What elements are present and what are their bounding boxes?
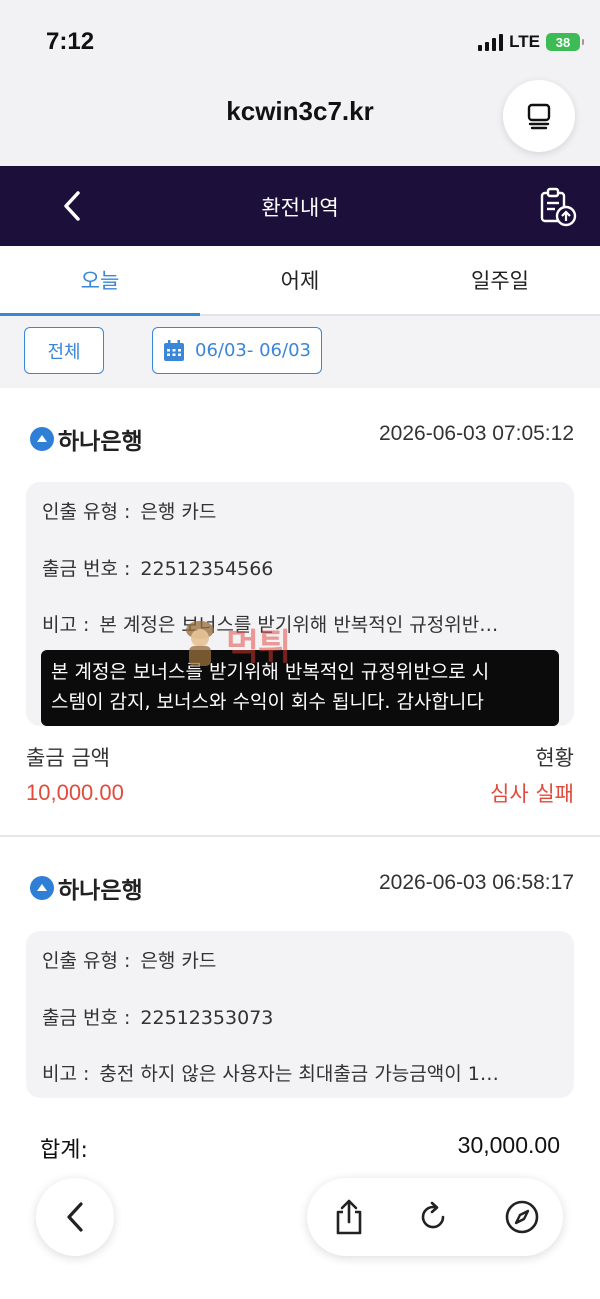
withdraw-number-label: 출금 번호 : xyxy=(42,558,131,580)
clipboard-button[interactable] xyxy=(536,186,578,228)
amount-label: 출금 금액 xyxy=(26,746,110,770)
status-badge: 심사 실패 xyxy=(490,782,574,806)
total-row: 합계: 30,000.00 xyxy=(0,1124,600,1168)
network-label: LTE xyxy=(509,32,540,51)
withdraw-note-label: 비고 : xyxy=(42,1063,90,1085)
mascot-icon xyxy=(186,621,214,666)
tabs-button[interactable] xyxy=(503,80,575,152)
filter-all-button[interactable]: 전체 xyxy=(24,327,104,374)
withdraw-note-label: 비고 : xyxy=(42,614,90,636)
watermark: 먹튀 xyxy=(180,616,291,672)
detail-box: 인출 유형 : 은행 카드 출금 번호 : 22512353073 비고 : 충전 하… xyxy=(26,931,574,1098)
date-range-button[interactable]: 06/03- 06/03 xyxy=(152,327,322,374)
calendar-icon xyxy=(164,339,185,361)
watermark-text: 먹튀 xyxy=(226,627,291,668)
tab-week[interactable]: 일주일 xyxy=(400,246,600,314)
withdraw-type-value: 은행 카드 xyxy=(140,501,217,523)
signal-icon xyxy=(478,33,504,51)
record-datetime: 2026-06-03 06:58:17 xyxy=(379,871,574,894)
date-tabs: 오늘 어제 일주일 xyxy=(0,246,600,316)
tab-today[interactable]: 오늘 xyxy=(0,246,200,316)
divider xyxy=(0,835,600,837)
withdraw-number: 출금 번호 : 22512353073 xyxy=(42,1003,273,1030)
tab-yesterday[interactable]: 어제 xyxy=(200,246,400,314)
withdraw-number-label: 출금 번호 : xyxy=(42,1007,131,1029)
share-button[interactable] xyxy=(329,1197,369,1237)
bank-row: 하나은행 xyxy=(30,871,143,905)
page-title: 환전내역 xyxy=(261,196,339,220)
bank-logo-icon xyxy=(30,427,54,451)
clipboard-upload-icon xyxy=(540,187,577,227)
bank-row: 하나은행 xyxy=(30,422,143,456)
withdraw-number-value: 22512354566 xyxy=(140,558,274,580)
amount-value: 10,000.00 xyxy=(26,780,124,805)
status-indicators: LTE 38 xyxy=(478,32,584,52)
tooltip-line-2: 스템이 감지, 보너스와 수익이 회수 됩니다. 감사합니다 xyxy=(51,691,484,713)
browser-top-bar: 7:12 LTE 38 kcwin3c7.kr xyxy=(0,0,600,166)
withdraw-note[interactable]: 비고 : 충전 하지 않은 사용자는 최대출금 가능금액이 1… xyxy=(42,1059,499,1086)
withdraw-type: 인출 유형 : 은행 카드 xyxy=(42,946,216,973)
filter-bar: 전체 06/03- 06/03 xyxy=(0,316,600,388)
reload-icon xyxy=(421,1201,445,1229)
note-tooltip: 본 계정은 보너스를 받기위해 반복적인 규정위반으로 시 스템이 감지, 보너… xyxy=(41,650,559,726)
chevron-left-icon xyxy=(67,1202,83,1232)
reload-button[interactable] xyxy=(413,1197,453,1237)
total-value: 30,000.00 xyxy=(457,1132,560,1158)
tooltip-line-1: 본 계정은 보너스를 받기위해 반복적인 규정위반으로 시 xyxy=(51,661,490,683)
bank-name: 하나은행 xyxy=(58,429,143,455)
withdraw-type: 인출 유형 : 은행 카드 xyxy=(42,497,216,524)
share-icon xyxy=(336,1199,362,1235)
withdrawal-record: 하나은행 2026-06-03 07:05:12 인출 유형 : 은행 카드 출금… xyxy=(0,422,600,836)
withdraw-type-value: 은행 카드 xyxy=(140,950,217,972)
withdraw-type-label: 인출 유형 : xyxy=(42,501,131,523)
date-range-label: 06/03- 06/03 xyxy=(195,340,311,361)
withdraw-number: 출금 번호 : 22512354566 xyxy=(42,554,273,581)
status-label: 현황 xyxy=(535,746,574,770)
total-label: 합계: xyxy=(40,1138,88,1163)
record-datetime: 2026-06-03 07:05:12 xyxy=(379,422,574,445)
withdrawal-record: 하나은행 2026-06-03 06:58:17 인출 유형 : 은행 카드 출금… xyxy=(0,871,600,1101)
tabs-icon xyxy=(527,103,551,130)
bank-logo-icon xyxy=(30,876,54,900)
app-header: 환전내역 xyxy=(0,166,600,246)
withdraw-number-value: 22512353073 xyxy=(140,1007,274,1029)
bank-name: 하나은행 xyxy=(58,878,143,904)
compass-icon xyxy=(505,1200,539,1234)
withdraw-note-value: 본 계정은 보너스를 받기위해 반복적인 규정위반… xyxy=(99,614,499,636)
browser-toolbar xyxy=(307,1178,563,1256)
browser-back-button[interactable] xyxy=(36,1178,114,1256)
compass-button[interactable] xyxy=(502,1197,542,1237)
battery-icon: 38 xyxy=(546,33,584,51)
withdraw-type-label: 인출 유형 : xyxy=(42,950,131,972)
status-time: 7:12 xyxy=(46,28,95,55)
withdraw-note-value: 충전 하지 않은 사용자는 최대출금 가능금액이 1… xyxy=(99,1063,499,1085)
